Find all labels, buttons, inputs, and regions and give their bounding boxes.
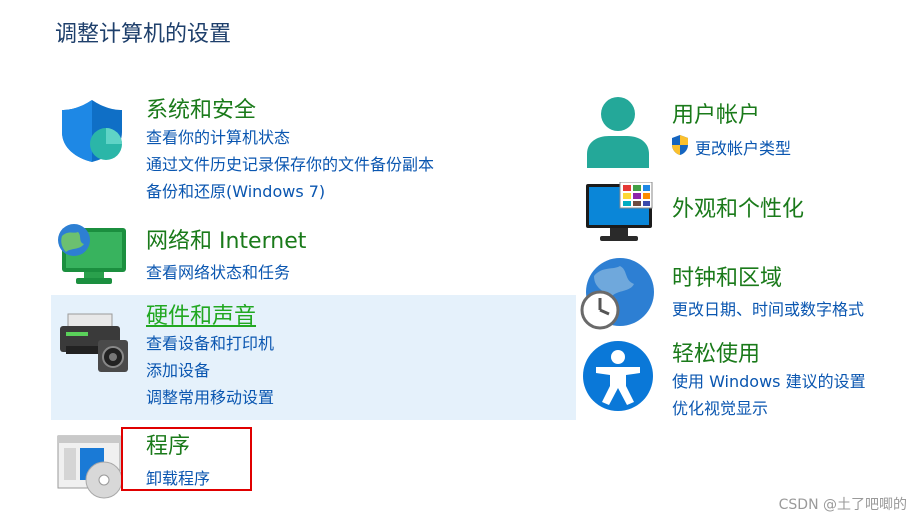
network-globe-icon[interactable] [56,222,128,286]
network-status-link[interactable]: 查看网络状态和任务 [146,259,290,283]
monitor-icon[interactable] [584,182,656,244]
uac-shield-icon [672,135,688,155]
devices-printers-link[interactable]: 查看设备和打印机 [146,330,274,354]
add-device-link[interactable]: 添加设备 [146,357,210,381]
shield-icon[interactable] [58,98,126,164]
user-accounts-title[interactable]: 用户帐户 [672,97,760,129]
network-title[interactable]: 网络和 Internet [146,223,306,255]
programs-disc-icon[interactable] [56,434,126,500]
clock-region-title[interactable]: 时钟和区域 [672,260,782,292]
change-date-time-link[interactable]: 更改日期、时间或数字格式 [672,296,864,320]
backup-restore-link[interactable]: 备份和还原(Windows 7) [146,178,325,202]
appearance-title[interactable]: 外观和个性化 [672,191,804,223]
printer-icon[interactable] [58,312,130,374]
recommended-settings-link[interactable]: 使用 Windows 建议的设置 [672,368,866,392]
highlight-box [121,427,252,491]
ease-of-access-title[interactable]: 轻松使用 [672,336,760,368]
change-account-type-link[interactable]: 更改帐户类型 [695,135,791,159]
accessibility-icon[interactable] [582,340,654,412]
mobility-settings-link[interactable]: 调整常用移动设置 [146,384,274,408]
clock-globe-icon[interactable] [580,256,654,330]
system-security-title[interactable]: 系统和安全 [146,92,256,124]
hardware-title[interactable]: 硬件和声音 [146,298,256,330]
watermark: CSDN @土了吧唧的 [778,497,907,513]
user-icon[interactable] [585,96,651,168]
file-history-link[interactable]: 通过文件历史记录保存你的文件备份副本 [146,151,434,175]
optimize-display-link[interactable]: 优化视觉显示 [672,395,768,419]
view-computer-status-link[interactable]: 查看你的计算机状态 [146,124,290,148]
page-title: 调整计算机的设置 [55,22,232,47]
